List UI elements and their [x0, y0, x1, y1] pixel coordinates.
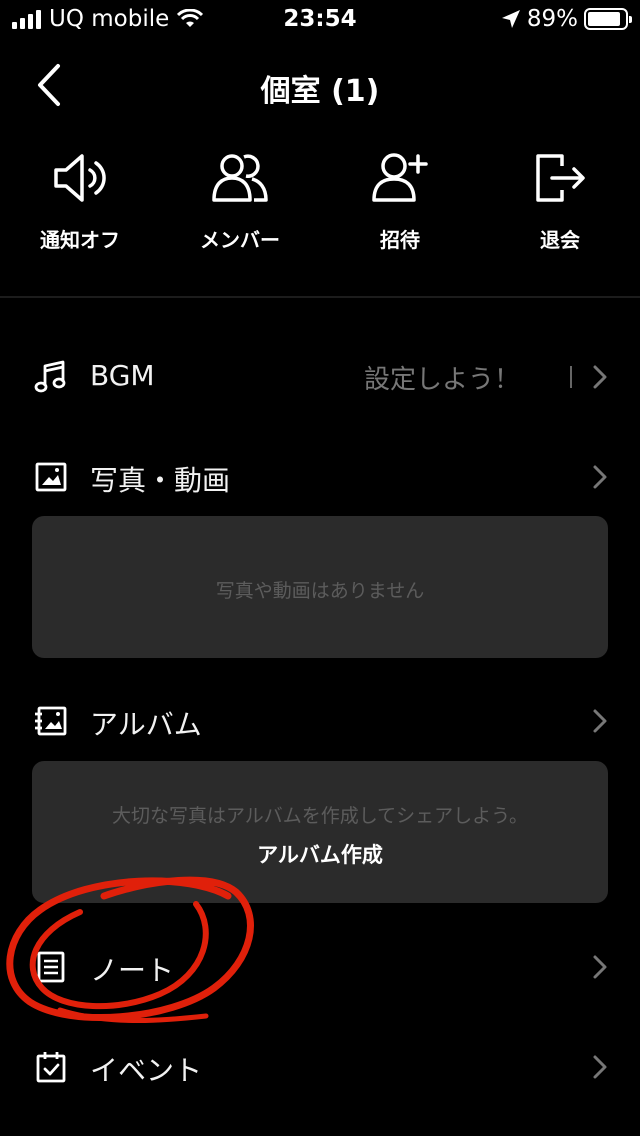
chevron-right-icon: [593, 365, 607, 389]
album-row[interactable]: アルバム: [0, 686, 640, 756]
album-create-card: 大切な写真はアルバムを作成してシェアしよう。 アルバム作成: [32, 761, 608, 903]
calendar-check-icon: [36, 1052, 66, 1083]
photos-empty-message: 写真や動画はありません: [215, 580, 425, 602]
bgm-label: BGM: [90, 359, 155, 392]
photos-label: 写真・動画: [90, 464, 231, 497]
bgm-separator: [570, 366, 572, 388]
create-album-button[interactable]: アルバム作成: [32, 839, 608, 869]
chevron-right-icon: [593, 955, 607, 979]
location-arrow-icon: [501, 10, 520, 28]
add-user-icon: [372, 153, 428, 202]
action-bar: 通知オフ メンバー 招待 退会: [0, 150, 640, 260]
note-label: ノート: [90, 954, 175, 987]
action-label: メンバー: [200, 228, 280, 252]
chevron-right-icon: [593, 465, 607, 489]
battery-percent: 89%: [526, 6, 578, 32]
status-bar: UQ mobile 23:54 89%: [0, 0, 640, 40]
photos-empty-card: 写真や動画はありません: [32, 516, 608, 658]
event-row[interactable]: イベント: [0, 1032, 640, 1102]
battery-icon: [584, 8, 632, 30]
battery-fill: [588, 12, 621, 26]
music-note-icon: [34, 360, 66, 393]
bgm-hint: 設定しよう！: [363, 365, 520, 395]
page-title: 個室 (1): [260, 74, 380, 109]
chevron-right-icon: [593, 1055, 607, 1079]
action-label: 招待: [380, 228, 420, 252]
photos-row[interactable]: 写真・動画: [0, 442, 640, 512]
speaker-icon: [54, 154, 106, 202]
status-right: 89%: [501, 6, 632, 32]
note-row[interactable]: ノート: [0, 932, 640, 1002]
album-message: 大切な写真はアルバムを作成してシェアしよう。: [111, 805, 529, 827]
event-label: イベント: [90, 1054, 203, 1087]
leave-button[interactable]: 退会: [480, 150, 640, 260]
album-icon: [35, 706, 67, 736]
members-icon: [212, 154, 268, 202]
notification-off-button[interactable]: 通知オフ: [0, 150, 160, 260]
chevron-right-icon: [593, 709, 607, 733]
album-label: アルバム: [90, 708, 202, 741]
action-label: 通知オフ: [40, 228, 120, 252]
note-icon: [37, 951, 65, 983]
exit-icon: [536, 154, 585, 202]
bgm-row[interactable]: BGM 設定しよう！: [0, 342, 640, 412]
nav-bar: 個室 (1): [0, 50, 640, 120]
photo-icon: [35, 462, 67, 492]
invite-button[interactable]: 招待: [320, 150, 480, 260]
action-label: 退会: [540, 228, 580, 252]
divider: [0, 296, 640, 298]
members-button[interactable]: メンバー: [160, 150, 320, 260]
